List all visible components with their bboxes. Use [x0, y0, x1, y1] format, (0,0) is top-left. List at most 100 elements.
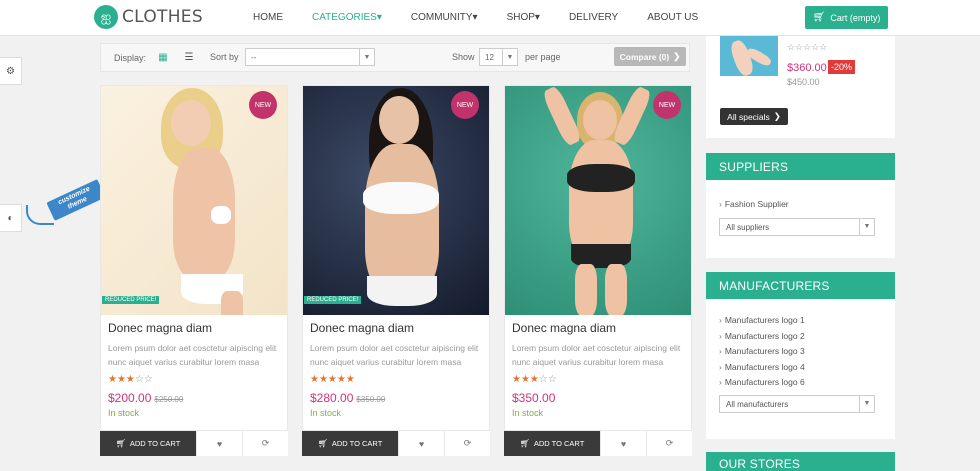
model-head — [379, 96, 419, 144]
manufacturer-link[interactable]: Manufacturers logo 1 — [719, 313, 882, 329]
nav-shop[interactable]: SHOP▾ — [507, 12, 540, 23]
contrast-icon: ◐ — [7, 212, 14, 224]
chevron-down-icon: ▼ — [359, 49, 374, 65]
nav-home[interactable]: HOME — [253, 12, 283, 23]
main-nav: HOME CATEGORIES▾ COMMUNITY▾ SHOP▾ DELIVE… — [253, 12, 727, 23]
sort-label: Sort by — [210, 52, 239, 62]
caret-down-icon: ▾ — [376, 12, 382, 23]
chevron-down-icon: ▼ — [502, 49, 517, 65]
product-actions: 🛒︎ ADD TO CART ♥ ⟳ — [302, 430, 490, 456]
customize-theme-ribbon[interactable]: customize theme — [46, 179, 106, 221]
new-badge: NEW — [653, 91, 681, 119]
nav-delivery[interactable]: DELIVERY — [569, 12, 618, 23]
product-rating: ★★★☆☆ — [512, 374, 557, 385]
model-bra — [363, 182, 439, 214]
compare-product-button[interactable]: ⟳ — [444, 431, 490, 456]
manufacturer-link[interactable]: Manufacturers logo 4 — [719, 360, 882, 376]
grid-view-icon[interactable]: ▦ — [155, 50, 171, 65]
product-actions: 🛒︎ ADD TO CART ♥ ⟳ — [504, 430, 692, 456]
heart-icon: ♥ — [418, 438, 425, 449]
product-rating: ★★★★★ — [310, 374, 355, 385]
wishlist-button[interactable]: ♥ — [196, 431, 242, 456]
manufacturers-list: Manufacturers logo 1 Manufacturers logo … — [719, 313, 882, 391]
product-title[interactable]: Donec magna diam — [512, 321, 616, 335]
suppliers-title: SUPPLIERS — [706, 153, 895, 180]
manufacturers-body: Manufacturers logo 1 Manufacturers logo … — [706, 299, 895, 413]
stores-title: OUR STORES — [706, 452, 895, 471]
special-price: $360.00 — [787, 62, 827, 74]
wishlist-button[interactable]: ♥ — [600, 431, 646, 456]
star-empty-icon: ☆☆ — [538, 374, 557, 385]
supplier-link[interactable]: Fashion Supplier — [719, 197, 882, 213]
reduced-price-flag: REDUCED PRICE! — [102, 296, 160, 304]
product-image[interactable]: NEW — [505, 86, 691, 315]
add-to-cart-button[interactable]: 🛒︎ ADD TO CART — [100, 431, 196, 456]
all-specials-button[interactable]: All specials ❯ — [720, 108, 788, 125]
cart-button[interactable]: 🛒︎ Cart (empty) — [805, 6, 888, 29]
manufacturer-link[interactable]: Manufacturers logo 3 — [719, 344, 882, 360]
per-page-label: per page — [525, 52, 561, 62]
suppliers-select[interactable]: All suppliers ▼ — [719, 217, 875, 236]
special-product-thumbnail[interactable] — [720, 36, 778, 76]
per-page-value: 12 — [485, 53, 494, 62]
show-label: Show — [452, 52, 475, 62]
add-to-cart-label: ADD TO CART — [129, 439, 181, 448]
suppliers-select-value: All suppliers — [726, 222, 770, 232]
manufacturer-link[interactable]: Manufacturers logo 2 — [719, 329, 882, 345]
sort-select[interactable]: -- ▼ — [245, 48, 375, 66]
caret-down-icon: ▾ — [534, 12, 540, 23]
nav-about-us[interactable]: ABOUT US — [647, 12, 698, 23]
manufacturers-title: MANUFACTURERS — [706, 272, 895, 299]
manufacturers-block: MANUFACTURERS Manufacturers logo 1 Manuf… — [706, 272, 895, 439]
chevron-right-icon: ❯ — [773, 111, 781, 121]
compare-button[interactable]: Compare (0) ❯ — [614, 47, 686, 66]
product-price: $350.00 — [512, 391, 555, 405]
product-image[interactable]: NEW REDUCED PRICE! — [101, 86, 287, 315]
model-bra — [211, 206, 231, 224]
manufacturers-select[interactable]: All manufacturers ▼ — [719, 394, 875, 413]
nav-community[interactable]: COMMUNITY▾ — [411, 12, 478, 23]
heart-icon: ♥ — [216, 438, 223, 449]
settings-tab[interactable]: ⚙ — [0, 57, 22, 85]
list-view-icon[interactable]: ☰ — [181, 50, 197, 65]
compare-product-button[interactable]: ⟳ — [242, 431, 288, 456]
star-icon: ★★★ — [512, 374, 539, 385]
refresh-icon: ⟳ — [261, 438, 270, 448]
product-actions: 🛒︎ ADD TO CART ♥ ⟳ — [100, 430, 288, 456]
add-to-cart-button[interactable]: 🛒︎ ADD TO CART — [504, 431, 600, 456]
theme-tab[interactable]: ◐ — [0, 204, 22, 232]
product-description: Lorem psum dolor aet cosctetur aipiscing… — [310, 343, 479, 367]
refresh-icon: ⟳ — [463, 438, 472, 448]
manufacturer-link[interactable]: Manufacturers logo 6 — [719, 375, 882, 391]
new-badge: NEW — [249, 91, 277, 119]
model-bra — [567, 164, 635, 192]
model-head — [583, 100, 617, 140]
current-price: $280.00 — [310, 391, 354, 405]
per-page-select[interactable]: 12 ▼ — [479, 48, 518, 66]
add-to-cart-label: ADD TO CART — [331, 439, 383, 448]
manufacturers-select-value: All manufacturers — [726, 399, 789, 409]
sort-value: -- — [251, 53, 257, 62]
product-title[interactable]: Donec magna diam — [310, 321, 414, 335]
product-rating: ★★★☆☆ — [108, 374, 153, 385]
cart-label: Cart (empty) — [830, 12, 881, 23]
wishlist-button[interactable]: ♥ — [398, 431, 444, 456]
current-price: $200.00 — [108, 391, 152, 405]
logo[interactable]: ஐ CLOTHES — [94, 5, 203, 29]
new-badge: NEW — [451, 91, 479, 119]
star-icon: ★★★★★ — [310, 374, 355, 385]
model-leg — [605, 264, 627, 315]
gear-icon: ⚙ — [6, 65, 15, 77]
add-to-cart-button[interactable]: 🛒︎ ADD TO CART — [302, 431, 398, 456]
caret-down-icon: ▾ — [472, 12, 478, 23]
product-image[interactable]: NEW REDUCED PRICE! — [303, 86, 489, 315]
logo-text: CLOTHES — [122, 7, 203, 27]
nav-categories[interactable]: CATEGORIES▾ — [312, 12, 382, 23]
compare-product-button[interactable]: ⟳ — [646, 431, 692, 456]
product-title[interactable]: Donec magna diam — [108, 321, 212, 335]
product-card: NEW REDUCED PRICE! Donec magna diam Lore… — [100, 85, 288, 456]
cart-icon: 🛒︎ — [519, 439, 530, 448]
chevron-down-icon: ▼ — [859, 395, 874, 412]
product-description: Lorem psum dolor aet cosctetur aipiscing… — [108, 343, 277, 367]
display-label: Display: — [114, 53, 147, 63]
